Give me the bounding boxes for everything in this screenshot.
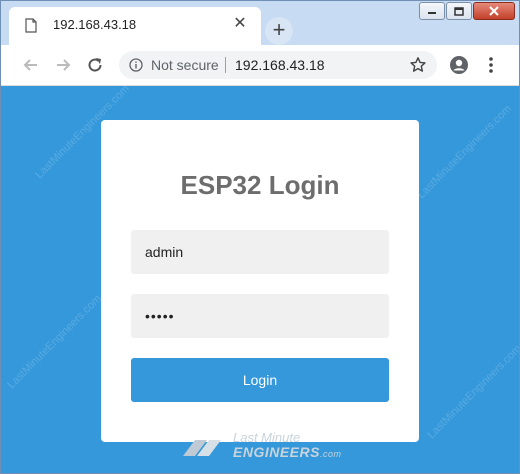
forward-button[interactable] (51, 53, 75, 77)
security-status[interactable]: Not secure (151, 57, 219, 73)
watermark-text: LastMinuteEngineers.com (415, 102, 514, 202)
info-icon[interactable] (129, 58, 143, 72)
minimize-button[interactable] (419, 2, 445, 20)
brand-logo: Last Minute ENGINEERS.com (181, 430, 351, 464)
address-bar[interactable]: Not secure 192.168.43.18 (119, 51, 437, 79)
browser-window: 192.168.43.18 ✕ + Not secure 192.168.43.… (0, 0, 520, 474)
tab-strip: 192.168.43.18 ✕ + (1, 1, 519, 45)
account-icon[interactable] (449, 55, 469, 75)
minimize-icon (428, 12, 436, 14)
arrow-left-icon (23, 59, 37, 71)
reload-icon (88, 58, 102, 72)
watermark-text: LastMinuteEngineers.com (5, 292, 104, 392)
watermark-text: LastMinuteEngineers.com (425, 342, 519, 442)
brand-logo-icon (183, 440, 221, 456)
close-tab-icon[interactable]: ✕ (231, 15, 249, 33)
close-window-button[interactable] (473, 2, 515, 20)
browser-toolbar: Not secure 192.168.43.18 (1, 45, 519, 86)
document-icon (25, 18, 37, 33)
brand-name: ENGINEERS (233, 444, 320, 460)
window-controls (419, 2, 515, 20)
tab-title: 192.168.43.18 (53, 17, 137, 32)
reload-button[interactable] (83, 53, 107, 77)
login-card: ESP32 Login Login (101, 120, 419, 442)
url-text[interactable]: 192.168.43.18 (235, 57, 325, 73)
username-field[interactable] (131, 230, 389, 274)
page-content: LastMinuteEngineers.com LastMinuteEngine… (1, 86, 519, 473)
maximize-button[interactable] (446, 2, 472, 20)
brand-line-2: ENGINEERS.com (233, 444, 341, 460)
login-button[interactable]: Login (131, 358, 389, 402)
brand-suffix: .com (319, 449, 342, 459)
maximize-icon (454, 6, 464, 16)
star-icon[interactable] (409, 56, 427, 74)
back-button[interactable] (19, 53, 43, 77)
brand-line-1: Last Minute (233, 430, 301, 445)
arrow-right-icon (57, 59, 71, 71)
close-icon (489, 6, 499, 16)
browser-tab[interactable]: 192.168.43.18 ✕ (9, 7, 261, 45)
password-field[interactable] (131, 294, 389, 338)
address-divider (225, 57, 226, 73)
new-tab-button[interactable]: + (265, 17, 293, 45)
more-menu-icon[interactable] (483, 55, 499, 75)
login-title: ESP32 Login (180, 170, 340, 200)
